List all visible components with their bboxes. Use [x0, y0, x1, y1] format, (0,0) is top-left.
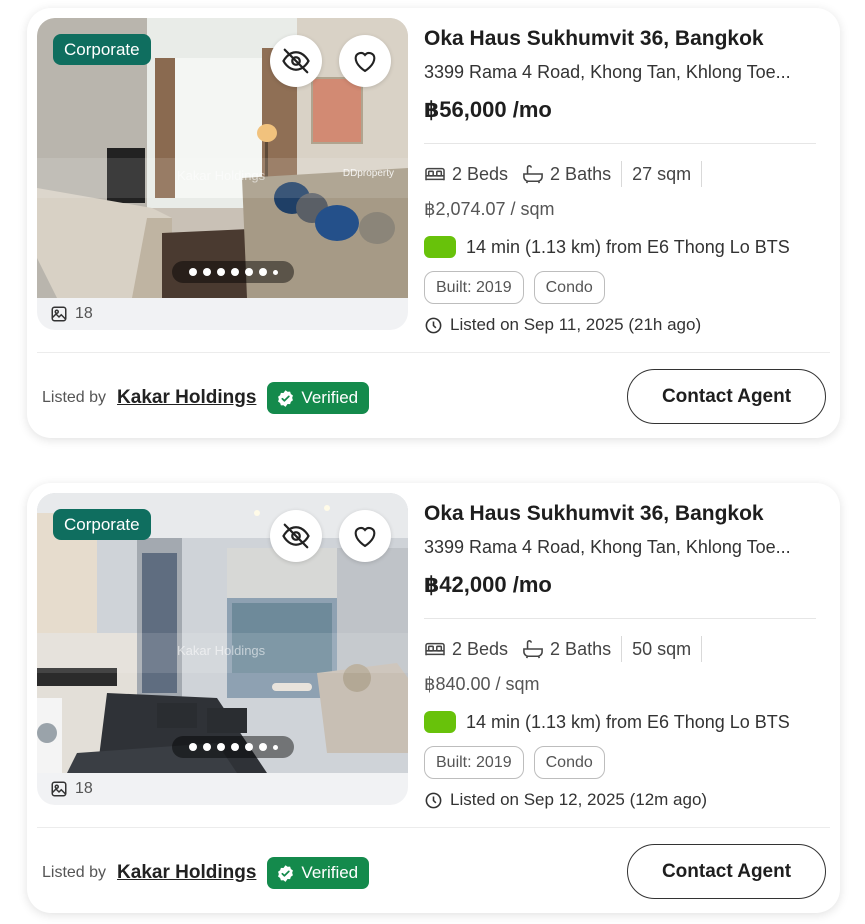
- photo-gallery[interactable]: Kakar Holdings Corporate 18: [37, 493, 408, 805]
- heart-icon: [354, 526, 376, 548]
- baths-spec: 2 Baths: [522, 164, 611, 185]
- photo-gallery[interactable]: Kakar Holdings DDproperty Corporate 18: [37, 18, 408, 330]
- carousel-dot[interactable]: [230, 268, 239, 276]
- carousel-dot[interactable]: [202, 268, 211, 276]
- listing-card[interactable]: Kakar Holdings DDproperty Corporate 18 O…: [27, 8, 840, 438]
- image-icon: [51, 306, 67, 322]
- listing-specs: 2 Beds 2 Baths 50 sqm: [424, 635, 712, 663]
- listing-tags: Built: 2019 Condo: [424, 271, 605, 304]
- favorite-button[interactable]: [339, 35, 391, 87]
- transit-info: 14 min (1.13 km) from E6 Thong Lo BTS: [424, 236, 790, 258]
- spec-separator: [621, 161, 623, 187]
- listed-date: Listed on Sep 12, 2025 (12m ago): [424, 790, 707, 810]
- listed-date: Listed on Sep 11, 2025 (21h ago): [424, 315, 701, 335]
- transit-text: 14 min (1.13 km) from E6 Thong Lo BTS: [466, 711, 790, 732]
- agent-info: Listed by Kakar Holdings Verified: [42, 382, 370, 414]
- transit-line-icon: [424, 236, 456, 258]
- bed-icon: [425, 167, 445, 181]
- area-spec: 50 sqm: [632, 638, 692, 659]
- tag-property-type: Condo: [533, 746, 605, 779]
- photo-count: 18: [50, 305, 93, 323]
- photo-watermark: Kakar Holdings: [177, 168, 266, 183]
- brand-watermark: DDproperty: [342, 168, 394, 179]
- listing-specs: 2 Beds 2 Baths 27 sqm: [424, 160, 712, 188]
- eye-off-icon: [282, 523, 310, 549]
- contact-agent-button[interactable]: Contact Agent: [627, 369, 826, 424]
- bathtub-icon: [523, 165, 543, 184]
- carousel-dot[interactable]: [188, 743, 197, 751]
- price-per-sqm: ฿2,074.07 / sqm: [424, 199, 555, 219]
- listed-by-label: Listed by: [42, 864, 107, 881]
- transit-text: 14 min (1.13 km) from E6 Thong Lo BTS: [466, 236, 790, 257]
- carousel-dot[interactable]: [258, 268, 267, 276]
- spec-separator: [701, 161, 703, 187]
- hide-listing-button[interactable]: [270, 35, 322, 87]
- carousel-dot[interactable]: [272, 744, 278, 750]
- card-divider: [37, 827, 830, 828]
- listing-address: 3399 Rama 4 Road, Khong Tan, Khlong Toe.…: [424, 62, 791, 82]
- carousel-dot[interactable]: [272, 269, 278, 275]
- divider: [424, 143, 816, 144]
- verified-badge: Verified: [267, 382, 370, 414]
- beds-spec: 2 Beds: [424, 639, 508, 660]
- divider: [424, 618, 816, 619]
- listing-results: Kakar Holdings DDproperty Corporate 18 O…: [0, 0, 865, 924]
- listing-title[interactable]: Oka Haus Sukhumvit 36, Bangkok: [424, 502, 764, 526]
- transit-line-icon: [424, 711, 456, 733]
- eye-off-icon: [282, 48, 310, 74]
- clock-icon: [425, 317, 442, 333]
- tag-built-year: Built: 2019: [424, 271, 524, 304]
- tag-built-year: Built: 2019: [424, 746, 524, 779]
- card-divider: [37, 352, 830, 353]
- verified-check-icon: [278, 864, 294, 882]
- photo-count-value: 18: [75, 780, 93, 797]
- listed-by-label: Listed by: [42, 389, 107, 406]
- carousel-dot[interactable]: [244, 743, 253, 751]
- contact-agent-button[interactable]: Contact Agent: [627, 844, 826, 899]
- price-per-sqm: ฿840.00 / sqm: [424, 674, 540, 694]
- listing-tags: Built: 2019 Condo: [424, 746, 605, 779]
- listing-price: ฿42,000 /mo: [424, 572, 552, 597]
- carousel-dot[interactable]: [188, 268, 197, 276]
- hide-listing-button[interactable]: [270, 510, 322, 562]
- clock-icon: [425, 792, 442, 808]
- spec-separator: [621, 636, 623, 662]
- listing-card[interactable]: Kakar Holdings Corporate 18 Oka Haus Suk…: [27, 483, 840, 913]
- favorite-button[interactable]: [339, 510, 391, 562]
- bed-icon: [425, 642, 445, 656]
- carousel-dot[interactable]: [216, 743, 225, 751]
- carousel-dots[interactable]: [172, 261, 294, 283]
- spec-separator: [701, 636, 703, 662]
- transit-info: 14 min (1.13 km) from E6 Thong Lo BTS: [424, 711, 790, 733]
- carousel-dot[interactable]: [202, 743, 211, 751]
- verified-badge: Verified: [267, 857, 370, 889]
- listing-address: 3399 Rama 4 Road, Khong Tan, Khlong Toe.…: [424, 537, 791, 557]
- beds-spec: 2 Beds: [424, 164, 508, 185]
- listing-price: ฿56,000 /mo: [424, 97, 552, 122]
- agency-link[interactable]: Kakar Holdings: [117, 862, 256, 884]
- tag-property-type: Condo: [533, 271, 605, 304]
- verified-check-icon: [278, 389, 294, 407]
- carousel-dot[interactable]: [230, 743, 239, 751]
- image-icon: [51, 781, 67, 797]
- corporate-badge: Corporate: [53, 509, 151, 540]
- listing-title[interactable]: Oka Haus Sukhumvit 36, Bangkok: [424, 27, 764, 51]
- baths-spec: 2 Baths: [522, 639, 611, 660]
- carousel-dot[interactable]: [244, 268, 253, 276]
- agency-link[interactable]: Kakar Holdings: [117, 387, 256, 409]
- carousel-dot[interactable]: [216, 268, 225, 276]
- bathtub-icon: [523, 640, 543, 659]
- corporate-badge: Corporate: [53, 34, 151, 65]
- photo-count: 18: [50, 780, 93, 798]
- photo-count-value: 18: [75, 305, 93, 322]
- agent-info: Listed by Kakar Holdings Verified: [42, 857, 370, 889]
- photo-watermark: Kakar Holdings: [177, 643, 266, 658]
- area-spec: 27 sqm: [632, 163, 692, 184]
- carousel-dots[interactable]: [172, 736, 294, 758]
- carousel-dot[interactable]: [258, 743, 267, 751]
- heart-icon: [354, 51, 376, 73]
